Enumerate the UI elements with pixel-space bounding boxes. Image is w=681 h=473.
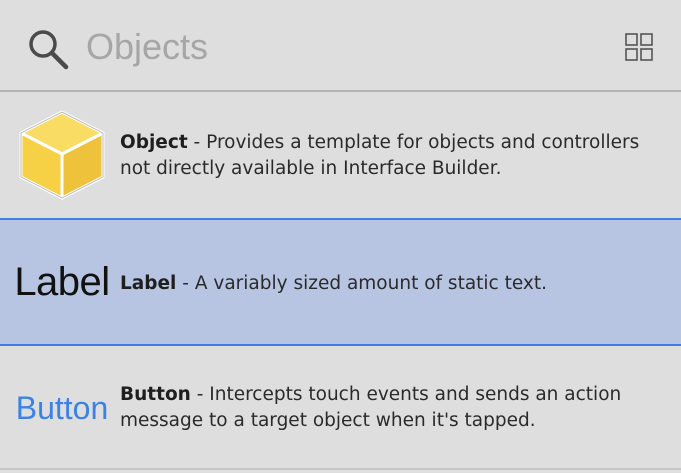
item-description: Object - Provides a template for objects… — [120, 130, 668, 182]
item-separator: - — [187, 132, 207, 153]
search-bar — [0, 0, 681, 92]
search-icon — [29, 30, 69, 70]
item-preview — [10, 108, 114, 202]
item-preview: Button — [10, 346, 114, 470]
library-item-object[interactable]: Object - Provides a template for objects… — [0, 94, 681, 218]
library-item-label[interactable]: Label Label - A variably sized amount of… — [0, 218, 681, 346]
object-library-panel: Object - Provides a template for objects… — [0, 0, 681, 473]
item-separator: - — [190, 384, 210, 405]
item-description: Button - Intercepts touch events and sen… — [120, 382, 668, 434]
item-title: Object — [120, 132, 188, 153]
library-item-button[interactable]: Button Button - Intercepts touch events … — [0, 346, 681, 470]
item-preview: Label — [10, 220, 114, 344]
grid-view-icon[interactable] — [624, 32, 654, 62]
item-title: Button — [120, 384, 191, 405]
item-description-text: A variably sized amount of static text. — [194, 273, 547, 294]
item-description: Label - A variably sized amount of stati… — [120, 271, 668, 297]
label-preview-text: Label — [14, 259, 110, 304]
cube-icon — [19, 110, 105, 200]
search-input[interactable] — [86, 22, 586, 72]
item-title: Label — [120, 273, 177, 294]
button-preview-text: Button — [15, 389, 109, 426]
item-separator: - — [176, 273, 195, 294]
